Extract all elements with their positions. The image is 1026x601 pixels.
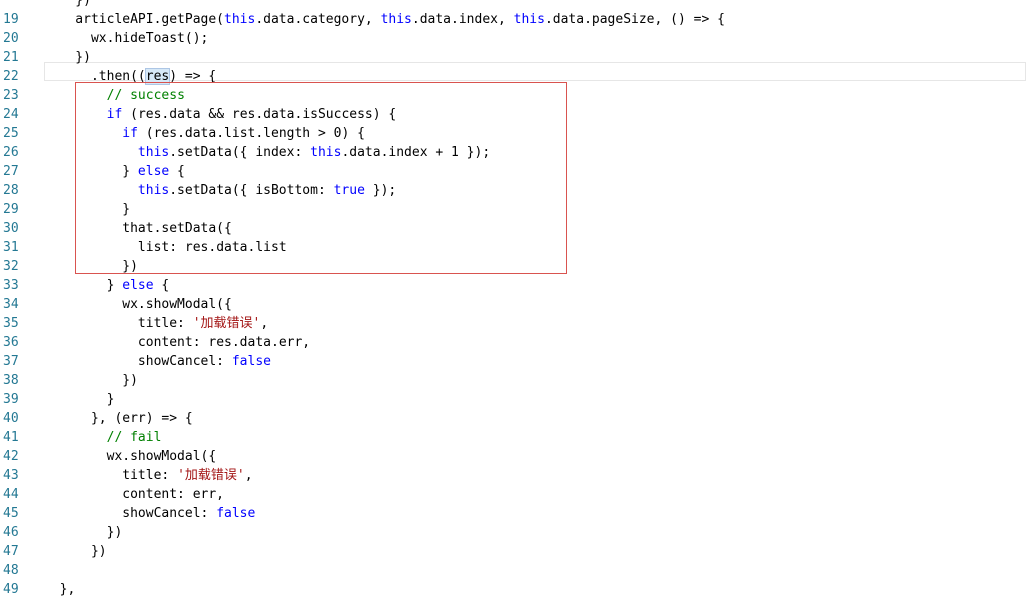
code-line[interactable]: 22 .then((res) => { [0,67,1026,86]
line-number: 24 [3,107,19,122]
code-line[interactable]: 23 // success [0,86,1026,105]
line-number: 26 [3,145,19,160]
line-number: 46 [3,525,19,540]
code-line[interactable]: 32 }) [0,257,1026,276]
line-number: 36 [3,335,19,350]
code-text: // success [106,88,185,103]
line-number: 28 [3,183,19,198]
code-line[interactable]: 38 }) [0,371,1026,390]
line-number: 45 [3,506,19,521]
line-number: 38 [3,373,19,388]
code-lines: }) 19 articleAPI.getPage(this.data.catego… [0,0,1026,601]
code-line[interactable]: 45 showCancel: false [0,504,1026,523]
code-text: wx.hideToast(); [44,31,209,46]
code-line[interactable]: }) [0,0,1026,10]
line-number: 27 [3,164,19,179]
line-number: 43 [3,468,19,483]
code-text: title: '加载错误', [44,316,269,331]
line-number: 25 [3,126,19,141]
code-line[interactable]: 40 }, (err) => { [0,409,1026,428]
line-number: 33 [3,278,19,293]
code-text: if (res.data.list.length > 0) { [122,126,365,141]
line-number: 20 [3,31,19,46]
code-line[interactable]: 41 // fail [0,428,1026,447]
code-text: } else { [44,164,185,179]
line-number: 31 [3,240,19,255]
code-text: } [44,202,131,217]
code-line[interactable]: 31 list: res.data.list [0,238,1026,257]
code-line[interactable]: 30 that.setData({ [0,219,1026,238]
code-line[interactable]: 27 } else { [0,162,1026,181]
code-text: content: err, [44,487,225,502]
code-text: }) [44,373,138,388]
code-line[interactable]: 37 showCancel: false [0,352,1026,371]
code-text: showCancel: false [44,506,256,521]
code-text: wx.showModal({ [44,297,232,312]
code-line[interactable]: 42 wx.showModal({ [0,447,1026,466]
code-text: }) [44,525,123,540]
line-number: 34 [3,297,19,312]
code-text: wx.showModal({ [44,449,217,464]
line-number: 48 [3,563,19,578]
code-text: articleAPI.getPage(this.data.category, t… [44,12,725,27]
code-text: }) [44,50,91,65]
code-line[interactable]: 44 content: err, [0,485,1026,504]
code-text: }) [44,0,91,8]
code-line[interactable]: 36 content: res.data.err, [0,333,1026,352]
code-text: .then((res) => { [44,68,217,85]
code-text: // fail [106,430,162,445]
code-line[interactable]: 29 } [0,200,1026,219]
line-number: 29 [3,202,19,217]
code-line[interactable]: 47 }) [0,542,1026,561]
code-text: } else { [44,278,170,293]
code-text: showCancel: false [44,354,271,369]
code-text: } [44,392,115,407]
code-text: content: res.data.err, [44,335,311,350]
line-number: 39 [3,392,19,407]
code-line[interactable]: 48 [0,561,1026,580]
code-line[interactable]: 39 } [0,390,1026,409]
code-line[interactable]: 43 title: '加载错误', [0,466,1026,485]
code-text: }, (err) => { [44,411,193,426]
line-number: 21 [3,50,19,65]
code-text: list: res.data.list [44,240,287,255]
line-number: 19 [3,12,19,27]
line-number: 44 [3,487,19,502]
code-text: this.setData({ index: this.data.index + … [137,145,491,160]
code-text: title: '加载错误', [44,468,253,483]
line-number: 42 [3,449,19,464]
line-number: 35 [3,316,19,331]
code-line[interactable]: 21 }) [0,48,1026,67]
code-line[interactable]: 34 wx.showModal({ [0,295,1026,314]
code-text: that.setData({ [44,221,232,236]
line-number: 30 [3,221,19,236]
line-number: 22 [3,69,19,84]
code-text: if (res.data && res.data.isSuccess) { [106,107,397,122]
code-text: this.setData({ isBottom: true }); [137,183,397,198]
code-line[interactable]: 25 if (res.data.list.length > 0) { [0,124,1026,143]
line-number: 23 [3,88,19,103]
code-line[interactable]: 24 if (res.data && res.data.isSuccess) { [0,105,1026,124]
code-line[interactable]: 26 this.setData({ index: this.data.index… [0,143,1026,162]
line-number: 40 [3,411,19,426]
line-number: 32 [3,259,19,274]
code-line[interactable]: 19 articleAPI.getPage(this.data.category… [0,10,1026,29]
line-number: 37 [3,354,19,369]
code-line[interactable]: 33 } else { [0,276,1026,295]
code-text: }, [44,582,76,597]
code-editor[interactable]: }) 19 articleAPI.getPage(this.data.catego… [0,0,1026,601]
line-number: 41 [3,430,19,445]
code-line[interactable]: 46 }) [0,523,1026,542]
code-line[interactable]: 20 wx.hideToast(); [0,29,1026,48]
code-line[interactable]: 28 this.setData({ isBottom: true }); [0,181,1026,200]
code-text: }) [44,259,138,274]
line-number: 47 [3,544,19,559]
line-number: 49 [3,582,19,597]
code-line[interactable]: 49 }, [0,580,1026,599]
code-text: }) [44,544,107,559]
code-line[interactable]: 35 title: '加载错误', [0,314,1026,333]
